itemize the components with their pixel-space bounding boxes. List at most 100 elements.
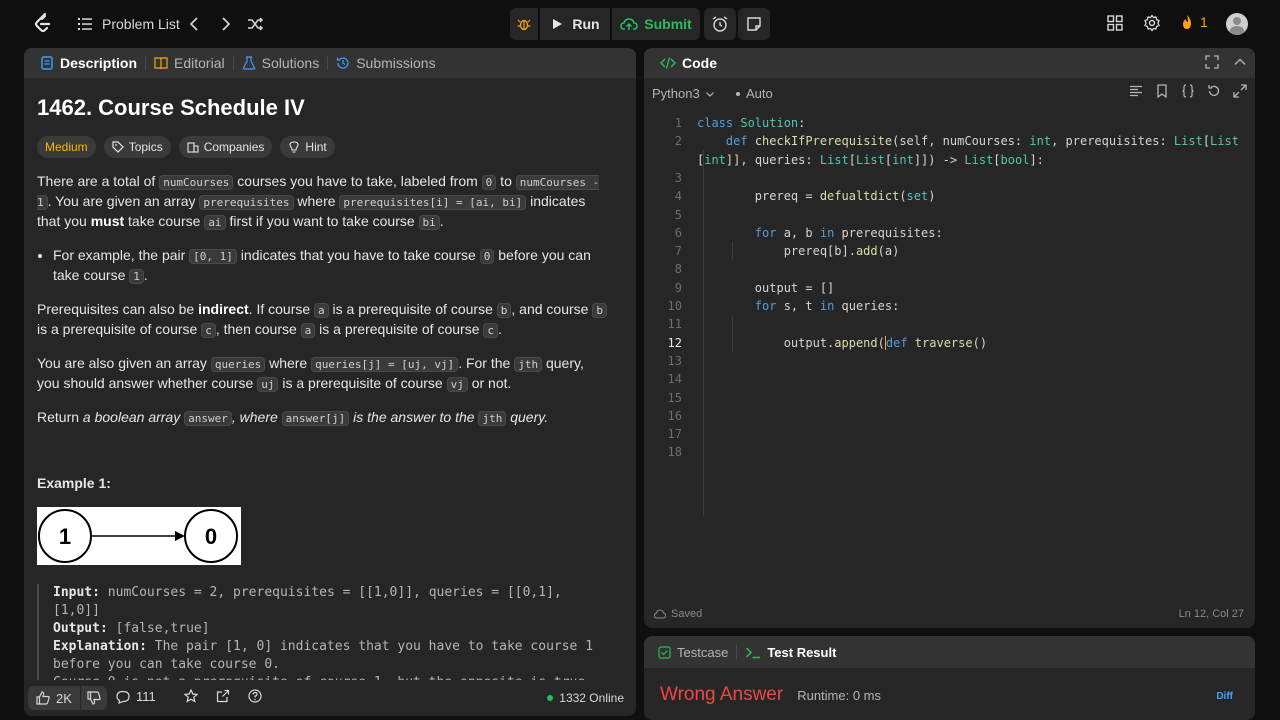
auto-mode-label: Auto — [746, 86, 773, 101]
inline-code: b — [592, 303, 607, 318]
submit-button[interactable]: Submit — [612, 8, 700, 40]
braces-icon[interactable] — [1181, 84, 1195, 98]
tab-description[interactable]: Description — [34, 48, 143, 78]
online-dot-icon — [547, 695, 554, 701]
tab-testcase-label: Testcase — [677, 644, 729, 660]
inline-code: a — [314, 303, 329, 318]
example-input: Input: numCourses = 2, prerequisites = [… — [53, 584, 607, 620]
next-problem-button[interactable] — [216, 12, 234, 36]
line-number: 5 — [674, 207, 682, 222]
tab-submissions[interactable]: Submissions — [330, 48, 441, 78]
label: Explanation: — [53, 639, 147, 654]
description-paragraph-4: Return a boolean array answer, where ans… — [37, 408, 607, 428]
text: indicates that you have to take course — [236, 247, 480, 263]
line-number: 2 — [674, 134, 682, 149]
alarm-clock-icon — [712, 16, 728, 32]
list-item: For example, the pair [0, 1] indicates t… — [53, 246, 607, 286]
comment-icon — [116, 690, 130, 704]
gear-icon[interactable] — [1143, 14, 1161, 32]
random-problem-button[interactable] — [246, 12, 264, 36]
streak-counter[interactable]: 1 — [1180, 14, 1208, 30]
building-icon — [187, 142, 199, 153]
topics-chip[interactable]: Topics — [103, 136, 171, 158]
text: Prerequisites can also be — [37, 301, 199, 317]
auto-mode-toggle[interactable]: Auto — [736, 86, 773, 101]
chevron-left-icon — [189, 17, 198, 31]
checkbox-icon — [658, 645, 671, 659]
tab-divider — [232, 56, 234, 70]
editor-toolbar: Python3 Auto — [644, 78, 1255, 108]
list-icon — [78, 18, 92, 30]
notes-button[interactable] — [738, 8, 770, 40]
text: . You are given an array — [47, 193, 200, 209]
text: first if you want to take course — [225, 213, 419, 229]
tab-test-result[interactable]: Test Result — [739, 637, 842, 667]
grid-layout-icon[interactable] — [1106, 14, 1124, 32]
tab-code[interactable]: Code — [654, 48, 723, 78]
language-select[interactable]: Python3 — [652, 86, 716, 101]
streak-count: 1 — [1200, 14, 1208, 30]
test-panel-tabs: Testcase Test Result — [644, 636, 1255, 668]
bug-icon — [517, 19, 531, 31]
tab-editorial[interactable]: Editorial — [148, 48, 231, 78]
saved-label: Saved — [671, 608, 703, 620]
expand-icon[interactable] — [1205, 55, 1219, 69]
dislike-button[interactable] — [80, 686, 107, 710]
text: Return — [37, 409, 83, 425]
code-panel-header: Code — [644, 48, 1255, 78]
top-bar: Problem List Run Submit 1 — [0, 0, 1280, 46]
text: is a prerequisite of course — [37, 321, 202, 337]
tab-editorial-label: Editorial — [174, 55, 225, 71]
alarm-button[interactable] — [704, 8, 736, 40]
reset-icon[interactable] — [1207, 84, 1221, 98]
editor-toolbar-actions — [1129, 84, 1247, 98]
inline-code: [0, 1] — [189, 249, 237, 264]
avatar[interactable] — [1226, 13, 1248, 35]
inline-code: answer[j] — [281, 411, 350, 426]
share-button[interactable] — [216, 689, 230, 703]
text: You are also given an array — [37, 355, 211, 371]
inline-code: c — [483, 323, 498, 338]
text: is a prerequisite of course — [328, 301, 497, 317]
code-icon — [660, 57, 676, 69]
line-number: 15 — [667, 390, 682, 405]
online-count-label: 1332 Online — [559, 691, 624, 705]
fullscreen-icon[interactable] — [1233, 84, 1247, 98]
text: where — [265, 355, 312, 371]
bookmark-icon[interactable] — [1155, 84, 1169, 98]
example-bullets: For example, the pair [0, 1] indicates t… — [53, 246, 607, 286]
submit-label: Submit — [644, 16, 692, 32]
favorite-button[interactable] — [184, 689, 198, 703]
hint-chip[interactable]: Hint — [280, 136, 335, 158]
problem-list-button[interactable]: Problem List — [76, 12, 180, 36]
text: , then course — [215, 321, 301, 337]
cursor-position: Ln 12, Col 27 — [1178, 608, 1244, 620]
code-text: def checkIfPrerequisite(self, numCourses… — [725, 134, 1239, 149]
format-lines-icon[interactable] — [1129, 84, 1143, 98]
inline-code: queries — [210, 357, 266, 372]
help-button[interactable] — [248, 689, 262, 703]
comments-button[interactable]: 111 — [116, 689, 156, 704]
run-button[interactable]: Run — [540, 8, 610, 40]
code-editor[interactable]: 1 class Solution: 2 def checkIfPrerequisit… — [644, 114, 1255, 534]
tab-solutions[interactable]: Solutions — [236, 48, 326, 78]
tab-testcase[interactable]: Testcase — [652, 637, 734, 667]
chevron-up-icon[interactable] — [1233, 55, 1247, 69]
terminal-icon — [746, 646, 761, 658]
example-output: Output: [false,true] — [53, 620, 607, 638]
prev-problem-button[interactable] — [186, 12, 204, 36]
like-dislike-group: 2K — [28, 686, 107, 710]
thumbs-up-icon — [36, 691, 50, 705]
like-button[interactable]: 2K — [28, 686, 80, 710]
text: . For the — [458, 355, 515, 371]
companies-chip[interactable]: Companies — [178, 136, 273, 158]
code-panel: Code Python3 Auto 1 class Solution: 2 def … — [644, 48, 1255, 628]
cloud-upload-icon — [620, 18, 639, 30]
debug-button[interactable] — [510, 8, 538, 40]
difficulty-badge: Medium — [37, 136, 96, 158]
code-text: for a, b in prerequisites: — [754, 225, 943, 240]
line-number: 4 — [674, 189, 682, 204]
graph-node-0-label: 0 — [205, 524, 217, 549]
diff-toggle[interactable]: Diff — [1216, 691, 1233, 702]
leetcode-logo-icon[interactable] — [32, 12, 54, 34]
